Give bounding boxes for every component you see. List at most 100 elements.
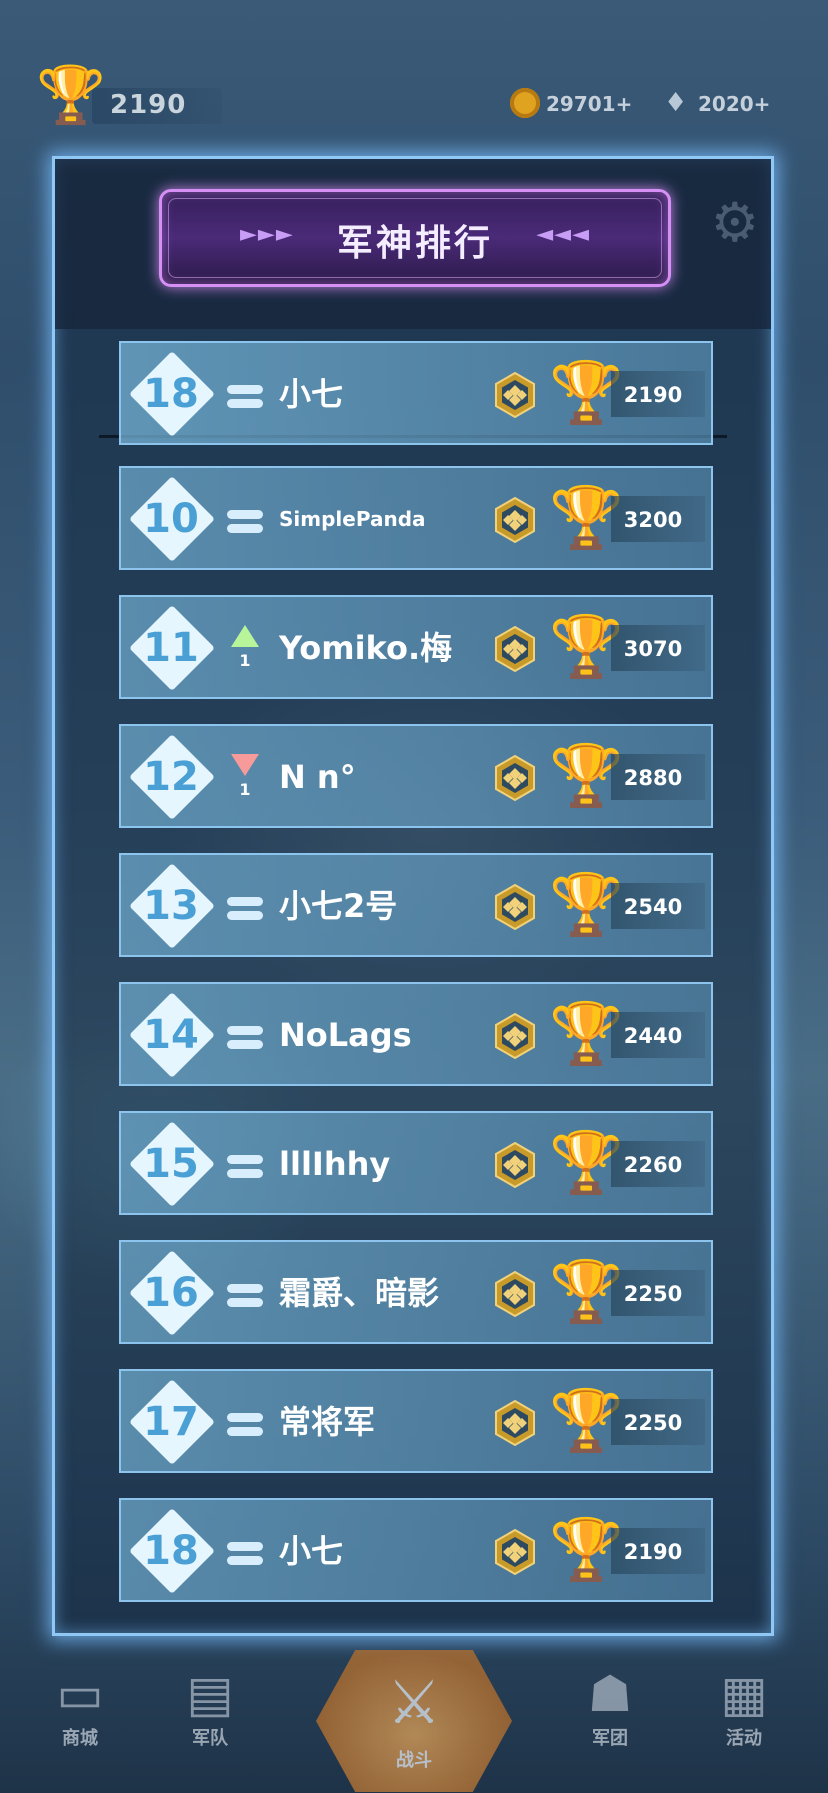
- nav-label: 商城: [62, 1728, 98, 1749]
- player-name: lllIhhy: [279, 1145, 391, 1183]
- rank-number: 12: [143, 754, 199, 800]
- nav-label: 活动: [726, 1728, 762, 1749]
- table-row[interactable]: 12 1 N n° 🏆 2880: [119, 724, 713, 828]
- self-rank-row[interactable]: 18 小七 🏆 2190: [119, 341, 713, 445]
- table-row[interactable]: 13 小七2号 🏆 2540: [119, 853, 713, 957]
- rank-emblem-icon: [491, 1399, 539, 1447]
- rank-same-icon: [227, 1026, 263, 1035]
- rank-up-icon: [231, 625, 259, 647]
- score-box: 2440: [611, 1012, 705, 1058]
- score-box: 2190: [611, 1528, 705, 1574]
- rank-number: 15: [143, 1141, 199, 1187]
- cards-icon: ▤: [186, 1665, 234, 1723]
- nav-label: 军团: [592, 1728, 628, 1749]
- rank-down-icon: [231, 754, 259, 776]
- trophy-score: 2880: [623, 766, 683, 790]
- rank-change-indicator: [227, 496, 263, 546]
- rank-same-icon: [227, 911, 263, 920]
- table-row[interactable]: 17 常将军 🏆 2250: [119, 1369, 713, 1473]
- rank-same-icon: [227, 385, 263, 394]
- trophy-score: 2440: [623, 1024, 683, 1048]
- gem-icon: ♦: [664, 88, 688, 118]
- gem-count[interactable]: 2020+: [698, 92, 770, 116]
- rank-emblem-icon: [491, 496, 539, 544]
- gear-icon[interactable]: ⚙: [711, 191, 759, 254]
- trophy-score: 3070: [623, 637, 683, 661]
- events-icon: ▦: [720, 1665, 768, 1723]
- title-plate: ►►► 军神排行 ◄◄◄: [159, 189, 671, 287]
- table-row[interactable]: 16 霜爵、暗影 🏆 2250: [119, 1240, 713, 1344]
- rank-change-indicator: [227, 1528, 263, 1578]
- rank-same-icon: [227, 897, 263, 906]
- table-row[interactable]: 18 小七 🏆 2190: [119, 1498, 713, 1602]
- rank-same-icon: [227, 1298, 263, 1307]
- score-box: 2540: [611, 883, 705, 929]
- rank-change-indicator: [227, 1141, 263, 1191]
- rank-number: 13: [143, 883, 199, 929]
- bottom-nav: ▭ 商城 ▤ 军队 ⚔ 战斗 ☗ 军团 ▦ 活动: [0, 1640, 828, 1793]
- nav-shop[interactable]: ▭ 商城: [30, 1664, 130, 1774]
- trophy-score: 3200: [623, 508, 683, 532]
- rank-emblem-icon: [491, 1528, 539, 1576]
- rank-same-icon: [227, 1427, 263, 1436]
- rank-number: 18: [143, 1528, 199, 1574]
- rank-same-icon: [227, 1169, 263, 1178]
- rank-same-icon: [227, 1155, 263, 1164]
- trophy-score: 2190: [623, 383, 683, 407]
- panel-header: ⚙ ►►► 军神排行 ◄◄◄: [55, 159, 771, 329]
- rank-emblem-icon: [491, 1270, 539, 1318]
- nav-events[interactable]: ▦ 活动: [694, 1664, 794, 1774]
- rank-same-icon: [227, 1284, 263, 1293]
- trophy-score: 2250: [623, 1411, 683, 1435]
- player-name: 小七: [279, 375, 344, 413]
- trophy-score: 2190: [110, 90, 187, 120]
- player-name: 常将军: [279, 1403, 376, 1441]
- rank-emblem-icon: [491, 1141, 539, 1189]
- rank-emblem-icon: [491, 1012, 539, 1060]
- rank-change-amount: 1: [239, 780, 251, 799]
- rank-number: 16: [143, 1270, 199, 1316]
- rank-same-icon: [227, 1556, 263, 1565]
- score-box: 2880: [611, 754, 705, 800]
- coin-count[interactable]: 29701+: [546, 92, 632, 116]
- rank-same-icon: [227, 524, 263, 533]
- rank-same-icon: [227, 1040, 263, 1049]
- table-row[interactable]: 15 lllIhhy 🏆 2260: [119, 1111, 713, 1215]
- rank-change-indicator: [227, 883, 263, 933]
- table-row[interactable]: 14 NoLags 🏆 2440: [119, 982, 713, 1086]
- trophy-score: 2540: [623, 895, 683, 919]
- nav-label: 战斗: [396, 1750, 432, 1771]
- score-box: 3200: [611, 496, 705, 542]
- nav-cards[interactable]: ▤ 军队: [160, 1664, 260, 1774]
- rank-same-icon: [227, 1542, 263, 1551]
- rank-emblem-icon: [491, 371, 539, 419]
- clan-icon: ☗: [587, 1665, 633, 1723]
- nav-battle-button[interactable]: ⚔ 战斗: [316, 1650, 512, 1792]
- rank-number: 18: [143, 371, 199, 417]
- rank-same-icon: [227, 1413, 263, 1422]
- trophy-score: 2260: [623, 1153, 683, 1177]
- rank-change-indicator: [227, 1399, 263, 1449]
- table-row[interactable]: 11 1 Yomiko.梅 🏆 3070: [119, 595, 713, 699]
- nav-label: 军队: [192, 1728, 228, 1749]
- rank-change-indicator: [227, 1270, 263, 1320]
- trophy-score: 2190: [623, 1540, 683, 1564]
- rank-number: 14: [143, 1012, 199, 1058]
- score-box: 2190: [611, 371, 705, 417]
- player-name: 小七: [279, 1532, 344, 1570]
- score-box: 2250: [611, 1270, 705, 1316]
- rank-same-icon: [227, 399, 263, 408]
- table-row[interactable]: 10 SimplePanda 🏆 3200: [119, 466, 713, 570]
- score-box: 2250: [611, 1399, 705, 1445]
- rank-change-indicator: [227, 371, 263, 421]
- rank-change-indicator: 1: [227, 754, 263, 804]
- rank-change-indicator: 1: [227, 625, 263, 675]
- player-name: SimplePanda: [279, 507, 426, 531]
- battle-icon: ⚔: [387, 1668, 441, 1738]
- trophy-score: 2250: [623, 1282, 683, 1306]
- rank-emblem-icon: [491, 754, 539, 802]
- rank-number: 17: [143, 1399, 199, 1445]
- shop-icon: ▭: [56, 1665, 104, 1723]
- nav-clan[interactable]: ☗ 军团: [560, 1664, 660, 1774]
- rank-emblem-icon: [491, 625, 539, 673]
